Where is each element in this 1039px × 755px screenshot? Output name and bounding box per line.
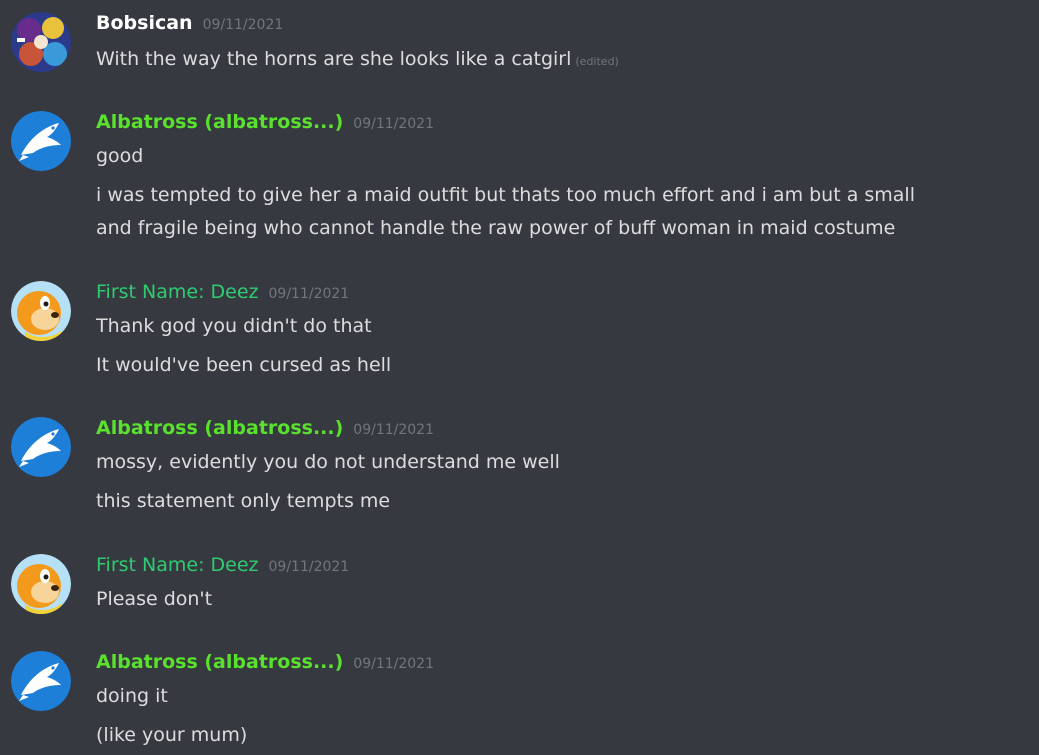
message-line: Thank god you didn't do that: [96, 315, 372, 337]
avatar[interactable]: [11, 12, 71, 72]
message-line: doing it: [96, 685, 168, 707]
timestamp: 09/11/2021: [353, 422, 434, 438]
message-line: and fragile being who cannot handle the …: [96, 217, 896, 239]
timestamp: 09/11/2021: [268, 286, 350, 302]
message-line: With the way the horns are she looks lik…: [96, 48, 572, 70]
avatar[interactable]: [11, 281, 71, 341]
avatar[interactable]: [11, 111, 71, 171]
author-name[interactable]: Albatross (albatross...): [96, 111, 343, 133]
message-list: Bobsican 09/11/2021 With the way the hor…: [0, 0, 1039, 755]
message-header: Bobsican 09/11/2021: [96, 12, 283, 38]
message-header: First Name: Deez 09/11/2021: [96, 281, 349, 307]
orange-character-icon: [11, 554, 71, 614]
message-header: Albatross (albatross...) 09/11/2021: [96, 651, 434, 677]
message-line: Please don't: [96, 588, 213, 610]
author-name[interactable]: First Name: Deez: [96, 554, 259, 576]
blue-dolphin-icon: [11, 417, 71, 477]
collage-avatar-icon: [11, 12, 71, 72]
timestamp: 09/11/2021: [353, 656, 434, 672]
message-line: (like your mum): [96, 724, 248, 746]
message-line: mossy, evidently you do not understand m…: [96, 451, 560, 473]
avatar[interactable]: [11, 554, 71, 614]
blue-dolphin-icon: [11, 111, 71, 171]
edited-marker: (edited): [575, 55, 619, 68]
message-header: Albatross (albatross...) 09/11/2021: [96, 417, 434, 443]
author-name[interactable]: First Name: Deez: [96, 281, 259, 303]
timestamp: 09/11/2021: [202, 17, 284, 33]
message-line: this statement only tempts me: [96, 490, 391, 512]
message-header: Albatross (albatross...) 09/11/2021: [96, 111, 434, 137]
author-name[interactable]: Bobsican: [96, 12, 193, 34]
author-name[interactable]: Albatross (albatross...): [96, 651, 343, 673]
message-line: It would've been cursed as hell: [96, 354, 392, 376]
author-name[interactable]: Albatross (albatross...): [96, 417, 343, 439]
timestamp: 09/11/2021: [268, 559, 350, 575]
message-text: With the way the horns are she looks lik…: [96, 46, 619, 75]
message-header: First Name: Deez 09/11/2021: [96, 554, 349, 580]
message-line: good: [96, 145, 144, 167]
message-line: i was tempted to give her a maid outfit …: [96, 184, 915, 206]
blue-dolphin-icon: [11, 651, 71, 711]
orange-character-icon: [11, 281, 71, 341]
avatar[interactable]: [11, 417, 71, 477]
avatar[interactable]: [11, 651, 71, 711]
timestamp: 09/11/2021: [353, 116, 434, 132]
